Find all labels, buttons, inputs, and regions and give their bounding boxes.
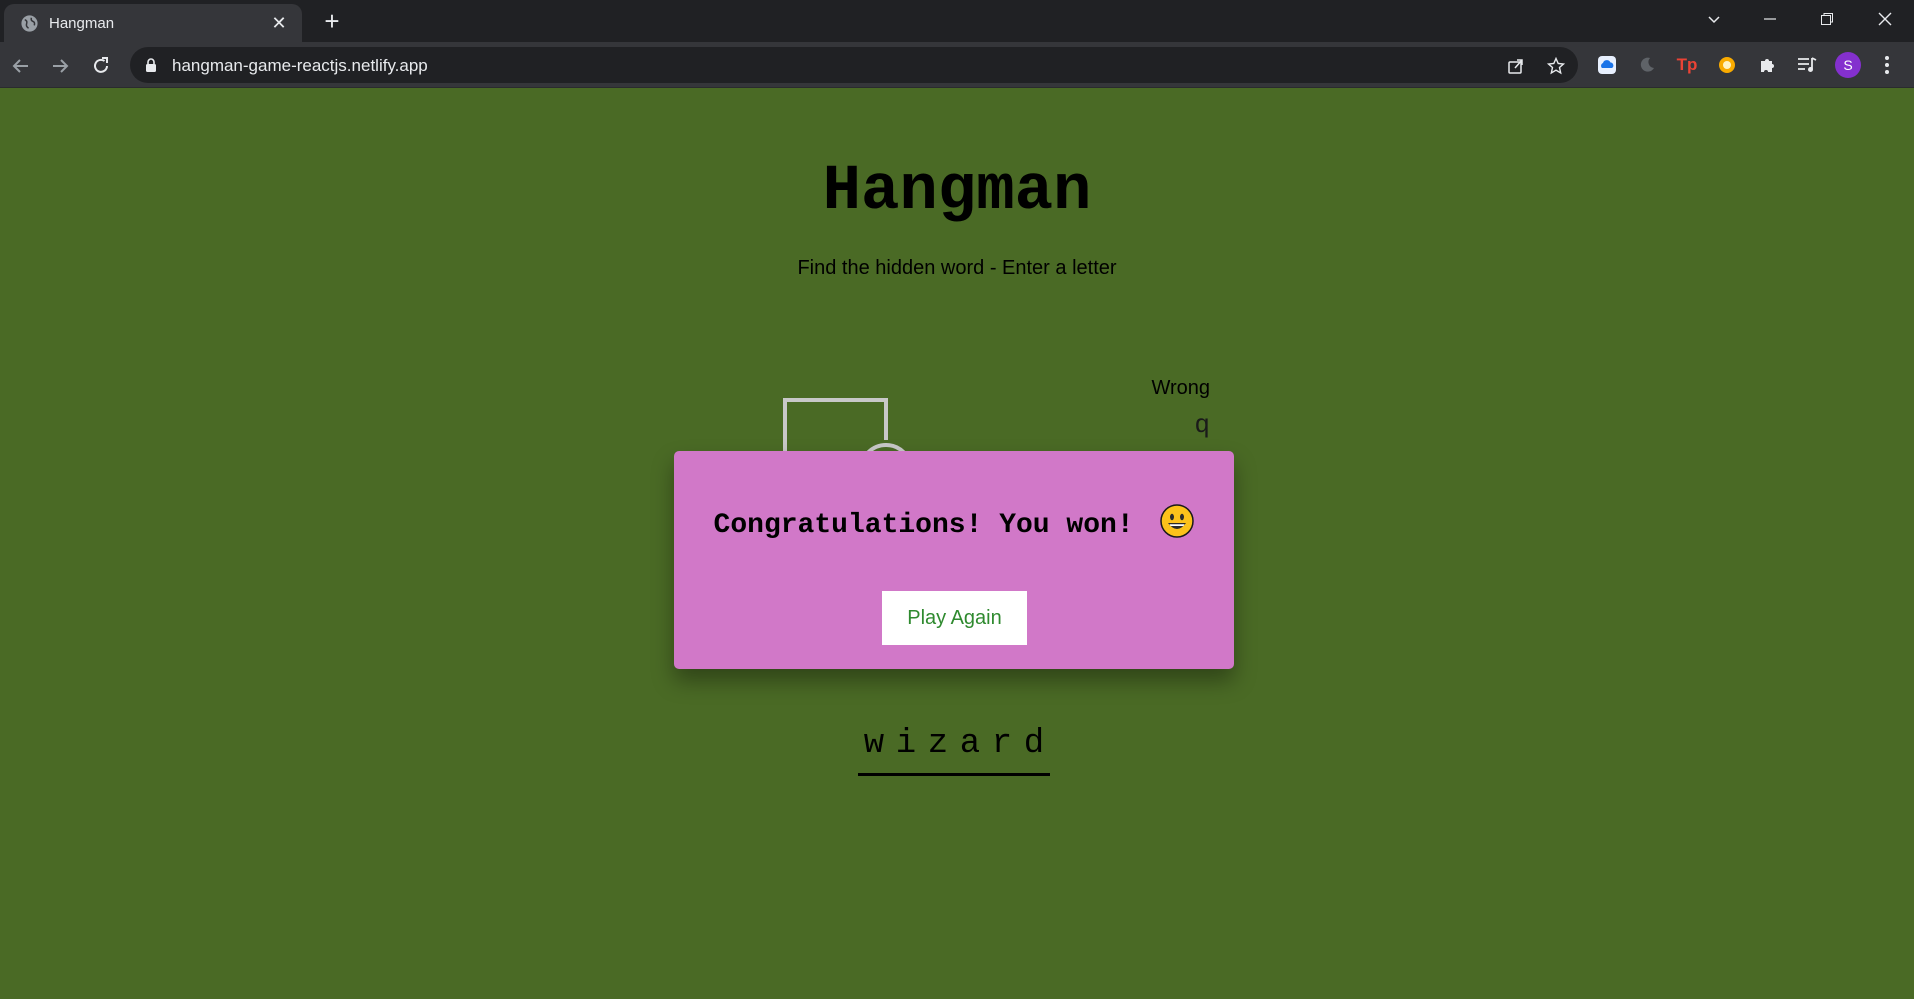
word-letter: z (922, 722, 954, 776)
wrong-letters-label: Wrong (1151, 377, 1210, 399)
win-popup: Congratulations! You won! Play Again (674, 451, 1234, 669)
browser-toolbar: hangman-game-reactjs.netlify.app Tp S (0, 42, 1914, 88)
lock-icon[interactable] (145, 58, 157, 72)
address-bar[interactable]: hangman-game-reactjs.netlify.app (130, 47, 1578, 83)
page-subtitle: Find the hidden word - Enter a letter (797, 257, 1117, 279)
hidden-word: w i z a r d (858, 722, 1050, 776)
back-icon[interactable] (5, 49, 37, 81)
moon-extension-icon[interactable] (1635, 53, 1659, 77)
media-control-icon[interactable] (1795, 53, 1819, 77)
grinning-face-icon (1160, 504, 1195, 538)
tp-extension-icon[interactable]: Tp (1675, 53, 1699, 77)
win-message: Congratulations! You won! (713, 510, 1134, 541)
tab-title: Hangman (49, 15, 115, 32)
forward-icon[interactable] (44, 49, 76, 81)
tab-search-icon[interactable] (1686, 0, 1742, 38)
puzzle-extensions-icon[interactable] (1755, 53, 1779, 77)
bookmark-star-icon[interactable] (1544, 53, 1568, 77)
profile-avatar[interactable]: S (1835, 52, 1861, 78)
word-letter: d (1018, 722, 1050, 776)
play-again-button[interactable]: Play Again (882, 591, 1027, 645)
page-title: Hangman (822, 156, 1092, 228)
reload-icon[interactable] (85, 49, 117, 81)
win-message-row: Congratulations! You won! (674, 504, 1234, 541)
word-letter: w (858, 722, 890, 776)
coin-extension-icon[interactable] (1715, 53, 1739, 77)
tab-close-icon[interactable]: ✕ (266, 10, 292, 36)
globe-icon (21, 15, 38, 32)
word-letter: a (954, 722, 986, 776)
restore-icon[interactable] (1799, 0, 1855, 38)
url-text: hangman-game-reactjs.netlify.app (172, 56, 428, 75)
share-icon[interactable] (1504, 53, 1528, 77)
close-window-icon[interactable] (1857, 0, 1913, 38)
browser-tab[interactable]: Hangman ✕ (4, 4, 302, 42)
word-letter: r (986, 722, 1018, 776)
cloud-extension-icon[interactable] (1595, 53, 1619, 77)
new-tab-icon[interactable]: + (318, 8, 346, 36)
word-letter: i (890, 722, 922, 776)
wrong-letter: q (1194, 410, 1210, 440)
minimize-icon[interactable] (1742, 0, 1798, 38)
menu-kebab-icon[interactable] (1875, 53, 1899, 77)
tab-strip: Hangman ✕ + (0, 0, 1914, 42)
